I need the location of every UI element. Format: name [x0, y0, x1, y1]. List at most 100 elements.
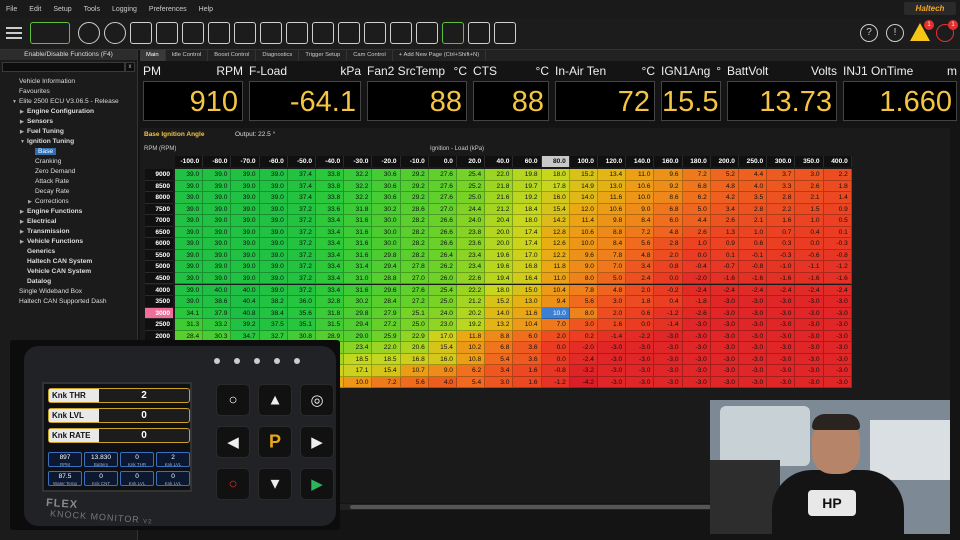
- table-cell[interactable]: 3.0: [569, 319, 598, 331]
- sidebar-item[interactable]: Decay Rate: [0, 187, 137, 197]
- save-icon[interactable]: [156, 22, 178, 44]
- tab-2[interactable]: Boost Control: [208, 50, 257, 61]
- table-cell[interactable]: 37.2: [287, 226, 316, 239]
- row-header[interactable]: 5500: [145, 249, 173, 262]
- table-cell[interactable]: 39.0: [203, 249, 232, 262]
- table-cell[interactable]: -2.4: [767, 284, 796, 296]
- column-header[interactable]: -40.0: [316, 156, 345, 167]
- table-cell[interactable]: -3.0: [626, 376, 655, 389]
- table-cell[interactable]: 28.8: [372, 272, 401, 285]
- table-cell[interactable]: 36.0: [287, 296, 316, 308]
- table-cell[interactable]: 1.6: [513, 365, 542, 377]
- table-cell[interactable]: 39.0: [231, 180, 260, 193]
- table-cell[interactable]: 17.0: [428, 330, 457, 343]
- hamburger-menu-icon[interactable]: [6, 27, 22, 39]
- table-cell[interactable]: 39.0: [175, 238, 204, 250]
- table-cell[interactable]: 12.0: [569, 203, 598, 216]
- table-cell[interactable]: -1.6: [710, 272, 739, 285]
- table-cell[interactable]: 6.2: [457, 365, 486, 377]
- table-cell[interactable]: 1.0: [739, 226, 768, 239]
- row-header[interactable]: 5000: [145, 261, 173, 273]
- table-cell[interactable]: 39.0: [231, 192, 260, 204]
- table-cell[interactable]: 3.0: [485, 376, 514, 389]
- table-cell[interactable]: 0.4: [795, 226, 824, 239]
- table-cell[interactable]: 15.2: [569, 169, 598, 181]
- row-header[interactable]: 3500: [145, 296, 173, 308]
- table-cell[interactable]: 3.4: [710, 203, 739, 216]
- table-cell[interactable]: 33.4: [316, 215, 345, 227]
- table-cell[interactable]: 40.8: [231, 307, 260, 320]
- sidebar-item[interactable]: Haltech CAN Supported Dash: [0, 297, 137, 307]
- table-cell[interactable]: 8.4: [598, 238, 627, 250]
- row-header[interactable]: 4000: [145, 284, 173, 296]
- clipboard-icon[interactable]: [260, 22, 282, 44]
- table-cell[interactable]: 26.0: [428, 272, 457, 285]
- tab-1[interactable]: Idle Control: [166, 50, 209, 61]
- table-cell[interactable]: 0.7: [767, 226, 796, 239]
- table-cell[interactable]: 39.0: [203, 215, 232, 227]
- table-cell[interactable]: 27.6: [428, 169, 457, 181]
- table-cell[interactable]: 27.0: [428, 203, 457, 216]
- table-cell[interactable]: -3.0: [767, 319, 796, 331]
- table-cell[interactable]: 3.6: [513, 342, 542, 354]
- table-cell[interactable]: 20.6: [400, 342, 429, 354]
- sidebar-item[interactable]: Vehicle CAN System: [0, 267, 137, 277]
- table-cell[interactable]: -0.8: [823, 249, 852, 262]
- table-cell[interactable]: 32.2: [344, 192, 373, 204]
- table-cell[interactable]: 35.1: [287, 319, 316, 331]
- table-cell[interactable]: 21.8: [485, 180, 514, 193]
- table-cell[interactable]: 2.0: [626, 284, 655, 296]
- table-cell[interactable]: 7.0: [541, 319, 570, 331]
- power-icon[interactable]: [78, 22, 100, 44]
- table-cell[interactable]: 17.1: [344, 365, 373, 377]
- table-cell[interactable]: 0.4: [654, 296, 683, 308]
- table-cell[interactable]: 4.8: [710, 180, 739, 193]
- table-cell[interactable]: 20.0: [485, 226, 514, 239]
- table-cell[interactable]: 4.4: [739, 169, 768, 181]
- table-cell[interactable]: 17.4: [513, 238, 542, 250]
- table-cell[interactable]: 7.2: [626, 226, 655, 239]
- table-cell[interactable]: 39.0: [231, 226, 260, 239]
- table-cell[interactable]: 13.2: [485, 319, 514, 331]
- column-header[interactable]: 20.0: [457, 156, 486, 167]
- sidebar-item[interactable]: Attack Rate: [0, 177, 137, 187]
- table-cell[interactable]: 0.0: [541, 353, 570, 366]
- table-cell[interactable]: 24.4: [457, 203, 486, 216]
- table-cell[interactable]: -3.0: [767, 296, 796, 308]
- table-cell[interactable]: 23.6: [457, 238, 486, 250]
- device-button-circle[interactable]: ○: [216, 384, 250, 416]
- table-cell[interactable]: 33.4: [316, 238, 345, 250]
- table-cell[interactable]: -0.7: [710, 261, 739, 273]
- table-cell[interactable]: 21.2: [457, 296, 486, 308]
- table-cell[interactable]: -3.0: [654, 330, 683, 343]
- table-cell[interactable]: 23.4: [344, 342, 373, 354]
- table-cell[interactable]: 19.6: [485, 261, 514, 273]
- table-cell[interactable]: 0.3: [767, 238, 796, 250]
- device-button-p[interactable]: P: [258, 426, 292, 458]
- table-cell[interactable]: 5.2: [710, 169, 739, 181]
- table-cell[interactable]: 5.0: [682, 203, 711, 216]
- table-cell[interactable]: 10.7: [400, 365, 429, 377]
- table-cell[interactable]: 7.0: [598, 261, 627, 273]
- search-clear-icon[interactable]: x: [125, 62, 135, 72]
- table-cell[interactable]: 29.2: [400, 169, 429, 181]
- sidebar-item[interactable]: ▶ Transmission: [0, 227, 137, 237]
- tab-5[interactable]: Cam Control: [347, 50, 393, 61]
- table-cell[interactable]: -3.0: [710, 365, 739, 377]
- column-header[interactable]: 100.0: [569, 156, 598, 167]
- table-cell[interactable]: 10.8: [457, 353, 486, 366]
- column-header[interactable]: -30.0: [344, 156, 373, 167]
- table-cell[interactable]: 33.6: [316, 203, 345, 216]
- table-cell[interactable]: 1.4: [823, 192, 852, 204]
- table-cell[interactable]: 30.2: [344, 296, 373, 308]
- table-cell[interactable]: -2.6: [682, 307, 711, 320]
- table-cell[interactable]: 2.1: [739, 215, 768, 227]
- table-cell[interactable]: 37.4: [287, 192, 316, 204]
- table-cell[interactable]: 15.0: [513, 284, 542, 296]
- table-cell[interactable]: 1.8: [626, 296, 655, 308]
- tab-4[interactable]: Trigger Setup: [299, 50, 348, 61]
- table-cell[interactable]: 20.0: [485, 238, 514, 250]
- table-cell[interactable]: 19.2: [513, 192, 542, 204]
- table-cell[interactable]: 17.0: [513, 249, 542, 262]
- table-cell[interactable]: -3.0: [823, 330, 852, 343]
